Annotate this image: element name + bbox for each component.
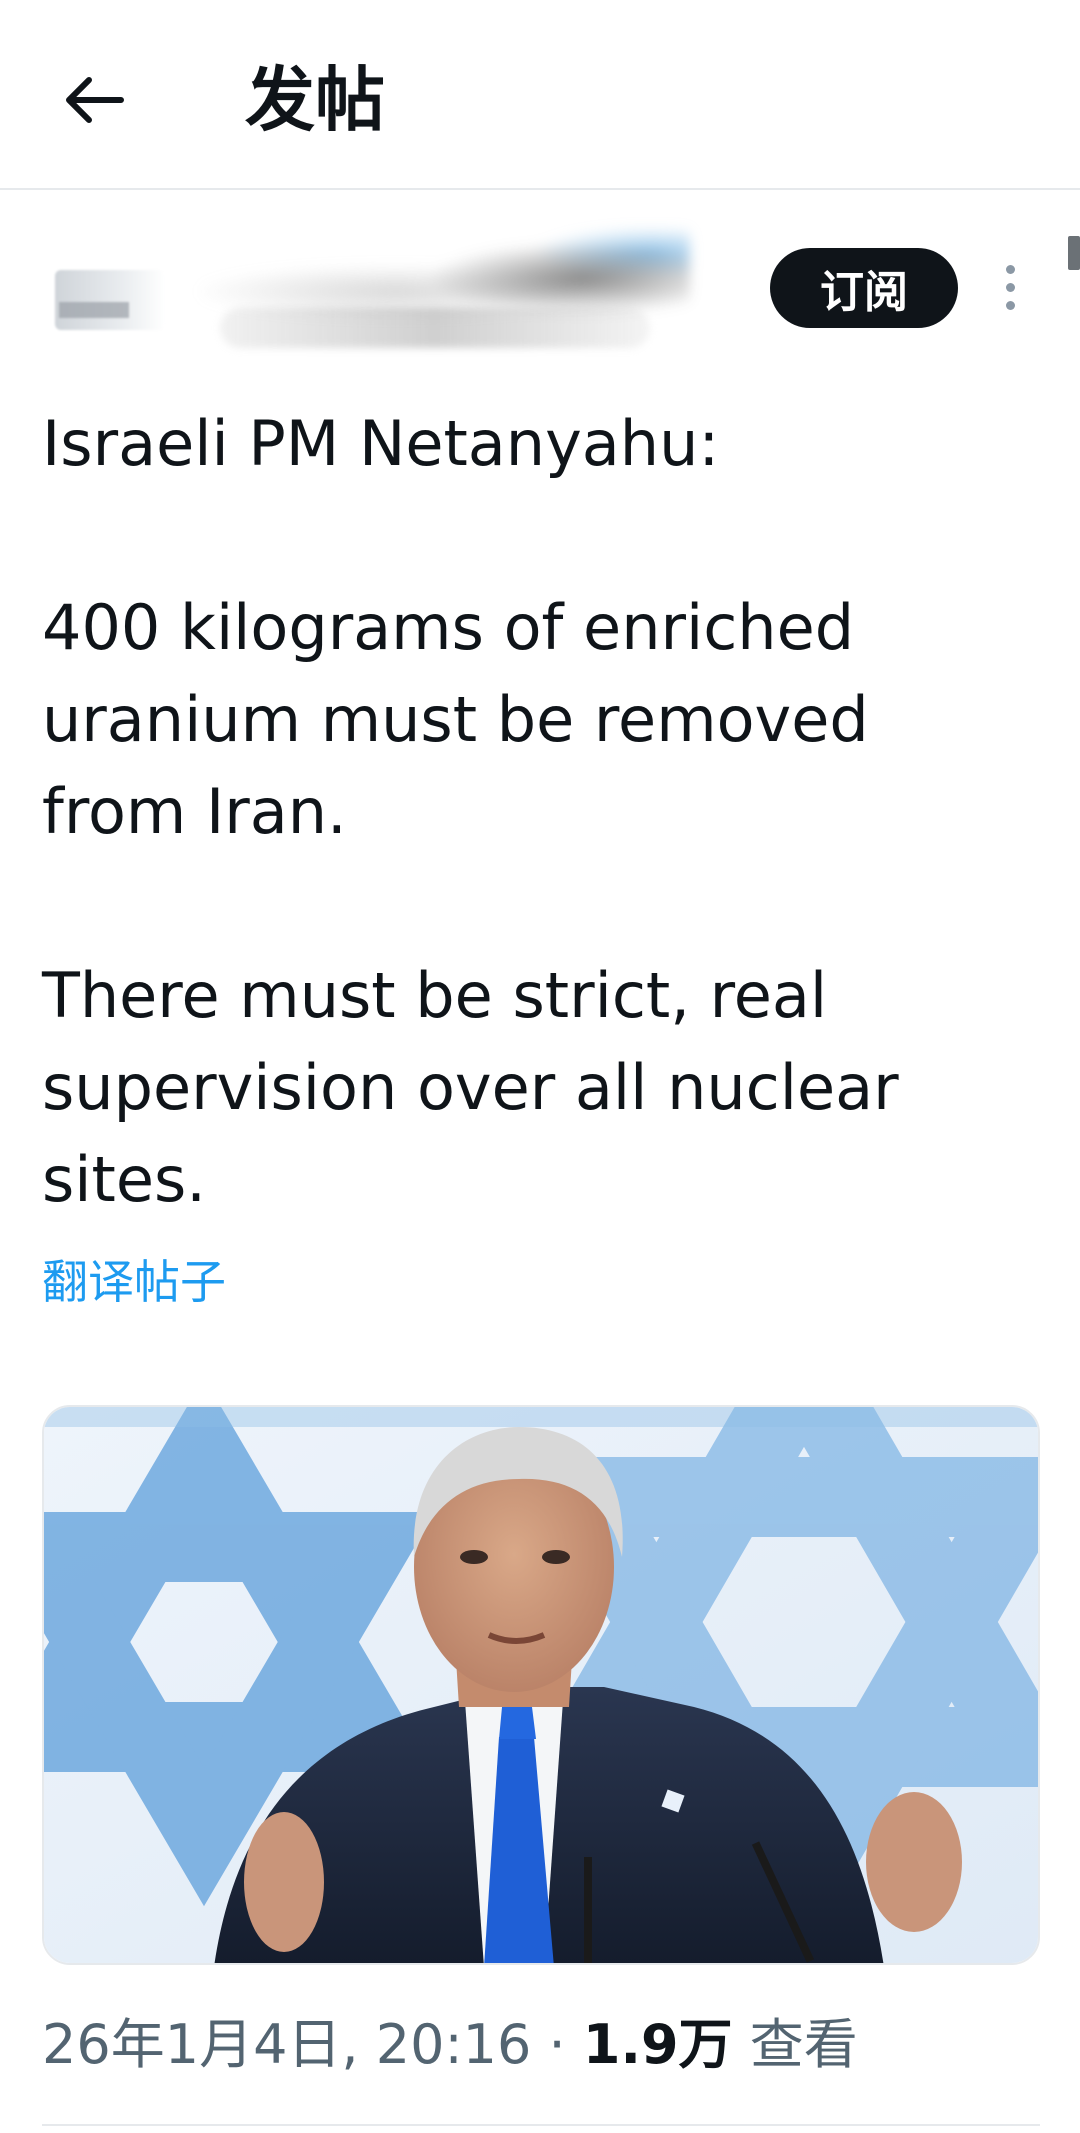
post-image[interactable] bbox=[42, 1405, 1040, 1965]
subscribe-button[interactable]: 订阅 bbox=[770, 248, 958, 328]
more-vertical-icon bbox=[1005, 264, 1015, 274]
post-text: Israeli PM Netanyahu: 400 kilograms of e… bbox=[42, 398, 1042, 1226]
scrollbar-thumb[interactable] bbox=[1068, 236, 1080, 270]
more-options-button[interactable] bbox=[990, 252, 1030, 322]
views-label[interactable]: 查看 bbox=[750, 2013, 858, 2076]
avatar-logo-bar bbox=[59, 302, 129, 318]
author-handle-redacted bbox=[220, 308, 650, 348]
divider bbox=[42, 2124, 1040, 2126]
top-bar: 发帖 bbox=[0, 0, 1080, 190]
more-dot bbox=[1005, 300, 1015, 310]
translate-post-link[interactable]: 翻译帖子 bbox=[42, 1252, 226, 1312]
arrow-left-icon bbox=[66, 77, 124, 123]
post-paragraph: 400 kilograms of enriched uranium must b… bbox=[42, 591, 869, 848]
views-count[interactable]: 1.9万 bbox=[583, 2013, 733, 2076]
author-row: 订阅 bbox=[0, 190, 1080, 370]
post-photo bbox=[44, 1407, 1038, 1963]
back-button[interactable] bbox=[55, 60, 135, 140]
page-title: 发帖 bbox=[245, 59, 385, 141]
post-meta: 26年1月4日, 20:16 · 1.9万 查看 bbox=[42, 2010, 858, 2080]
post-datetime: 26年1月4日, 20:16 bbox=[42, 2013, 532, 2076]
avatar[interactable] bbox=[55, 270, 165, 330]
post-paragraph: Israeli PM Netanyahu: bbox=[42, 407, 720, 480]
post-paragraph: There must be strict, real supervision o… bbox=[42, 959, 899, 1216]
more-dot bbox=[1005, 282, 1015, 292]
meta-separator: · bbox=[548, 2013, 566, 2076]
